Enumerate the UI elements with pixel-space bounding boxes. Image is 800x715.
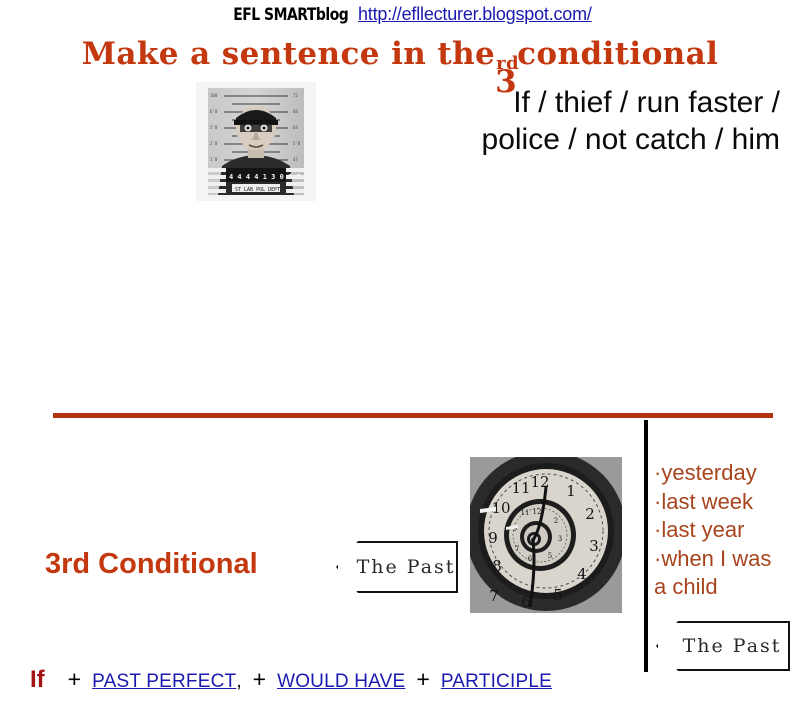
- svg-text:64: 64: [293, 125, 298, 130]
- svg-text:100: 100: [210, 93, 218, 98]
- svg-text:6: 6: [528, 555, 533, 563]
- formula-if-word: If: [30, 666, 45, 693]
- svg-text:5: 5: [553, 586, 563, 604]
- svg-text:7: 7: [489, 587, 499, 605]
- svg-text:9: 9: [488, 529, 498, 547]
- list-item: ·when I was: [654, 545, 800, 574]
- list-item-continuation: a child: [654, 574, 718, 599]
- svg-text:4: 4: [577, 565, 587, 583]
- svg-text:5'8: 5'8: [293, 141, 301, 146]
- blog-name: EFL SMARTblog: [233, 4, 350, 25]
- svg-text:3: 3: [589, 537, 599, 555]
- svg-text:11: 11: [521, 509, 530, 517]
- mugshot-graphic: 100 72 6'0 68 5'0 64 2'0 5'8 1'0 47 4 4 …: [196, 82, 316, 201]
- past-arrow-banner-right: The Past: [656, 621, 790, 671]
- svg-text:5'0: 5'0: [210, 125, 218, 130]
- svg-text:3: 3: [558, 535, 562, 543]
- svg-text:1: 1: [566, 482, 576, 500]
- past-arrow-banner-left: The Past: [336, 541, 458, 593]
- list-item-label: last year: [661, 517, 745, 542]
- slide-title-before: Make a sentence in the: [81, 36, 496, 72]
- list-item: ·yesterday: [654, 459, 800, 488]
- formula-plus-2: +: [252, 666, 267, 692]
- svg-text:7: 7: [515, 545, 519, 553]
- vertical-divider: [644, 420, 648, 672]
- ordinal-suffix: rd: [496, 53, 520, 74]
- list-item: ·last week: [654, 488, 800, 517]
- formula-term-participle[interactable]: PARTICIPLE: [441, 671, 552, 693]
- prompt-sentence: If / thief / run faster / police / not c…: [330, 84, 780, 158]
- svg-text:68: 68: [293, 109, 298, 114]
- list-item-label: when I was: [661, 545, 772, 571]
- svg-text:2: 2: [554, 517, 558, 525]
- svg-text:47: 47: [293, 157, 298, 162]
- conditional-label: 3rd Conditional: [45, 548, 258, 580]
- spiral-clock-image: 12 1 2 3 4 5 6 7 8 9 10 11 12 2 3 5 6 7 …: [470, 457, 622, 613]
- blog-url-link[interactable]: http://efllecturer.blogspot.com/: [358, 4, 592, 24]
- svg-text:6'0: 6'0: [210, 109, 218, 114]
- formula-plus-3: +: [416, 666, 430, 692]
- mugshot-image: 100 72 6'0 68 5'0 64 2'0 5'8 1'0 47 4 4 …: [196, 82, 316, 201]
- spiral-clock-graphic: 12 1 2 3 4 5 6 7 8 9 10 11 12 2 3 5 6 7 …: [470, 457, 622, 613]
- past-banner-label: The Past: [682, 635, 782, 657]
- list-item: ·last year: [654, 516, 800, 545]
- svg-text:2: 2: [585, 505, 595, 523]
- svg-text:12: 12: [533, 508, 542, 516]
- blog-header: EFL SMARTblog http://efllecturer.blogspo…: [0, 4, 800, 25]
- list-item-label: last week: [661, 488, 754, 514]
- conditional-formula: If + PAST PERFECT , + WOULD HAVE + PARTI…: [30, 666, 552, 694]
- svg-text:5: 5: [548, 552, 552, 560]
- slide-title-after: conditional: [517, 36, 719, 72]
- time-expressions-list: ·yesterday ·last week ·last year ·when I…: [654, 459, 800, 602]
- horizontal-divider: [53, 413, 773, 418]
- svg-text:4 4 4 4 1 3 0 6 5 3: 4 4 4 4 1 3 0 6 5 3: [229, 173, 309, 181]
- svg-text:8: 8: [492, 557, 502, 575]
- svg-text:ST LAB POL DEPT: ST LAB POL DEPT: [235, 187, 280, 193]
- past-banner-label: The Past: [356, 556, 456, 578]
- formula-term-past-perfect[interactable]: PAST PERFECT: [92, 671, 236, 693]
- svg-text:1'0: 1'0: [210, 157, 218, 162]
- svg-text:11: 11: [511, 479, 530, 497]
- prompt-line-2: police / not catch / him: [481, 123, 780, 156]
- formula-plus-1: +: [67, 666, 82, 692]
- svg-text:2'0: 2'0: [210, 141, 218, 146]
- formula-term-would-have[interactable]: WOULD HAVE: [277, 671, 405, 693]
- list-item-label: yesterday: [661, 460, 757, 485]
- prompt-line-1: If / thief / run faster /: [513, 86, 780, 119]
- svg-text:72: 72: [293, 93, 298, 98]
- formula-comma: ,: [236, 671, 242, 692]
- slide-title: Make a sentence in the 3rd conditional: [0, 36, 800, 100]
